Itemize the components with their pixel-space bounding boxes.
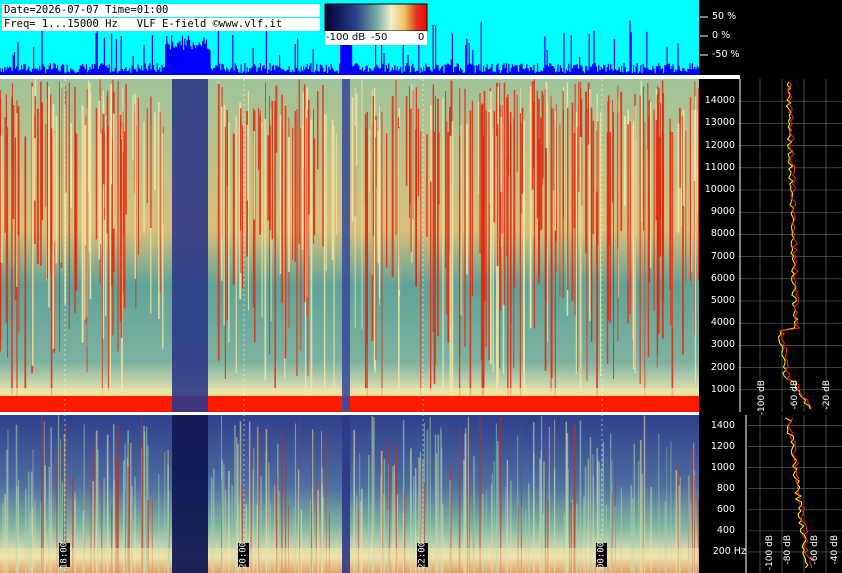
panel-separator xyxy=(0,412,740,415)
db-axis-label: -40 dB xyxy=(830,535,840,565)
db-axis-label: -60 dB xyxy=(810,535,820,565)
frequency-tick-label: 7000 xyxy=(710,250,735,262)
panel-separator xyxy=(0,75,740,79)
frequency-tick-label: 13000 xyxy=(704,117,735,129)
header-frequency-info: Freq= 1...15000 Hz VLF E-field ©www.vlf.… xyxy=(2,18,320,31)
colorbar-label-mid: -50 xyxy=(371,32,388,43)
amplitude-label-50: 50 % xyxy=(712,11,737,22)
colorbar-label-max: 0 xyxy=(418,32,425,43)
frequency-tick-label: 9000 xyxy=(710,206,735,218)
db-axis-label: -20 dB xyxy=(822,380,832,410)
frequency-tick-label: 5000 xyxy=(710,295,735,306)
colorbar-labels: -100 dB -50 0 xyxy=(325,31,427,45)
frequency-tick-label: 12000 xyxy=(704,139,735,151)
frequency-tick-label: 6000 xyxy=(710,272,735,284)
data-gap-band xyxy=(172,79,208,412)
db-axis-label: -100 dB xyxy=(757,380,767,416)
frequency-tick-label: 14000 xyxy=(704,95,735,107)
time-label: 20:00 xyxy=(238,541,249,569)
frequency-tick-label: 600 xyxy=(716,503,735,515)
data-gap-band xyxy=(172,415,208,573)
frequency-tick-label: 1200 xyxy=(710,440,735,452)
db-axis-label: -80 dB xyxy=(783,535,793,565)
header-date-time: Date=2026-07-07 Time=01:00 xyxy=(2,4,320,17)
db-axis-label: -60 dB xyxy=(790,380,800,410)
frequency-tick-label: 200 Hz xyxy=(712,545,746,557)
db-axis-label: -100 dB xyxy=(765,535,775,571)
time-label: 18:00 xyxy=(59,541,70,569)
colorbar xyxy=(324,3,428,32)
time-label: 00:00 xyxy=(596,541,607,569)
time-label: 22:00 xyxy=(417,541,428,569)
frequency-tick-label: 800 xyxy=(716,482,735,494)
frequency-tick-label: 2000 xyxy=(710,361,735,373)
data-gap-band xyxy=(342,79,350,412)
colorbar-label-min: -100 dB xyxy=(326,32,366,43)
frequency-tick-label: 1400 xyxy=(710,419,735,431)
frequency-tick-label: 8000 xyxy=(710,228,735,240)
amplitude-label-minus50: -50 % xyxy=(712,49,740,60)
frequency-tick-label: 400 xyxy=(716,524,735,536)
frequency-tick-label: 1000 xyxy=(710,461,735,473)
frequency-tick-label: 4000 xyxy=(710,317,735,329)
frequency-tick-label: 3000 xyxy=(710,339,735,351)
frequency-tick-label: 1000 xyxy=(710,383,735,395)
data-gap-band xyxy=(342,415,350,573)
amplitude-label-0: 0 % xyxy=(712,30,731,41)
frequency-tick-label: 10000 xyxy=(704,184,735,195)
frequency-tick-label: 11000 xyxy=(704,161,735,173)
